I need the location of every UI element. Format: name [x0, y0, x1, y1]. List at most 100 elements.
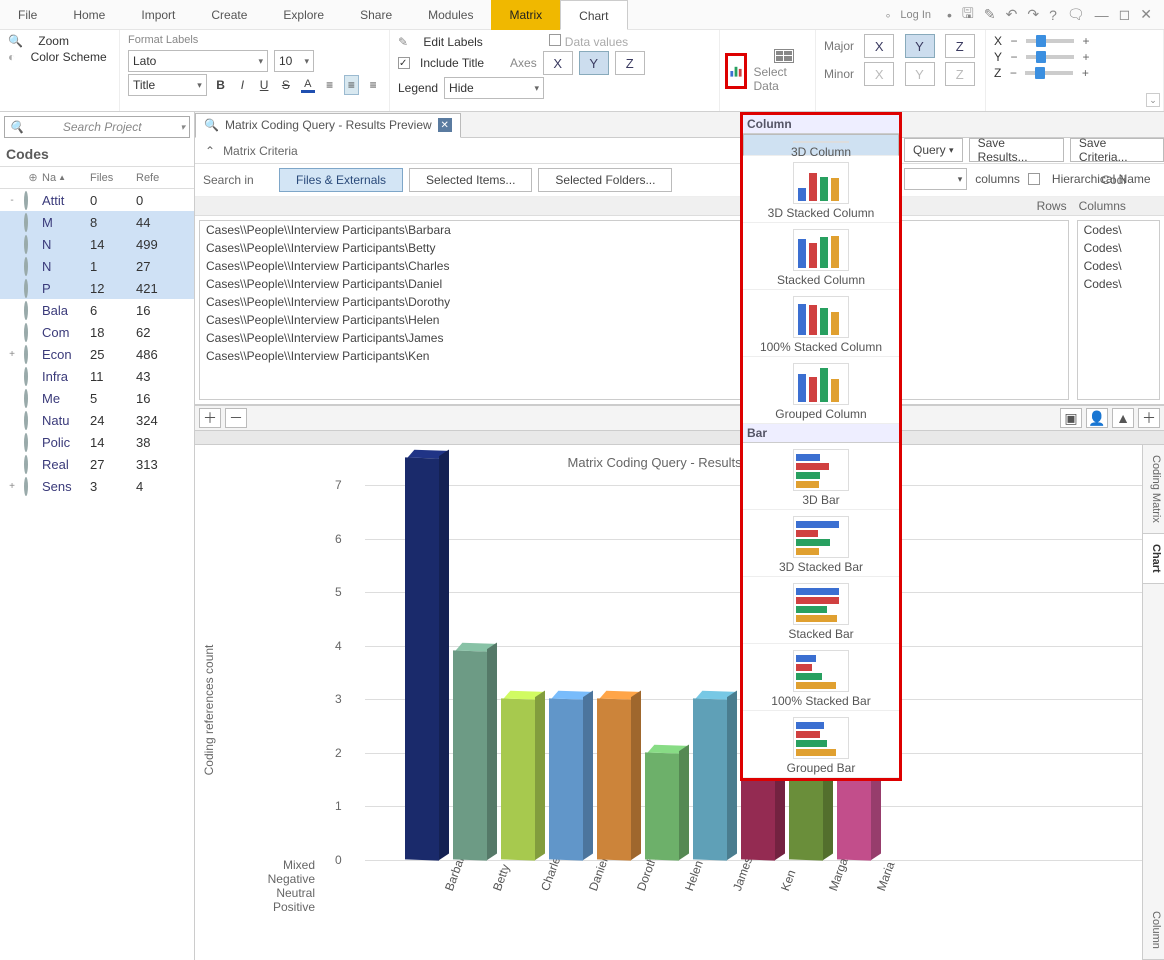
- side-tab-matrix[interactable]: Coding Matrix: [1143, 445, 1164, 534]
- menu-create[interactable]: Create: [193, 0, 265, 30]
- menu-matrix[interactable]: Matrix: [491, 0, 560, 30]
- code-row[interactable]: Real 27 313: [0, 453, 194, 475]
- edit-labels-button[interactable]: Edit Labels: [423, 35, 482, 49]
- columns-select[interactable]: columns▾: [904, 168, 967, 190]
- font-color-button[interactable]: A: [300, 75, 316, 95]
- redo-icon[interactable]: ↷: [1027, 6, 1039, 23]
- col-item[interactable]: Codes\: [1078, 275, 1159, 293]
- side-tab-column[interactable]: Column: [1143, 901, 1164, 960]
- code-row[interactable]: P 12 421: [0, 277, 194, 299]
- select-data-button[interactable]: Select Data: [754, 49, 814, 93]
- rotate-z-plus[interactable]: +: [1079, 67, 1091, 79]
- rotate-x-minus[interactable]: −: [1008, 35, 1020, 47]
- rotate-z-minus[interactable]: −: [1007, 67, 1019, 79]
- code-row[interactable]: Bala 6 16: [0, 299, 194, 321]
- ribbon-overflow-icon[interactable]: ⌄: [1146, 93, 1160, 107]
- font-size-select[interactable]: 10▾: [274, 50, 314, 72]
- chart-type-option[interactable]: 3D Bar: [743, 443, 899, 510]
- minimize-button[interactable]: —: [1095, 7, 1109, 23]
- cols-list[interactable]: Codes\Codes\Codes\Codes\: [1077, 220, 1160, 400]
- search-in-files[interactable]: Files & Externals: [279, 168, 403, 192]
- align-left-button[interactable]: ≡: [322, 75, 338, 95]
- chart-type-option[interactable]: 3D Column: [743, 134, 899, 156]
- save-icon[interactable]: 🖫: [962, 3, 974, 27]
- align-center-button[interactable]: ≡: [344, 75, 360, 95]
- major-z[interactable]: Z: [945, 34, 975, 58]
- code-row[interactable]: Com 18 62: [0, 321, 194, 343]
- row-item[interactable]: Cases\\People\\Interview Participants\Ja…: [200, 329, 1068, 347]
- chart-type-option[interactable]: Grouped Bar: [743, 711, 899, 778]
- menu-import[interactable]: Import: [123, 0, 193, 30]
- code-row[interactable]: N 14 499: [0, 233, 194, 255]
- rotate-x-slider[interactable]: [1026, 39, 1074, 43]
- search-project-input[interactable]: 🔍Search Project▾: [4, 116, 190, 138]
- undo-icon[interactable]: ↶: [1006, 6, 1018, 23]
- row-item[interactable]: Cases\\People\\Interview Participants\Da…: [200, 275, 1068, 293]
- remove-row-button[interactable]: －: [225, 408, 247, 428]
- rotate-z-slider[interactable]: [1025, 71, 1073, 75]
- label-level-select[interactable]: Title▾: [128, 74, 207, 96]
- toolbar-btn-c[interactable]: ▲: [1112, 408, 1134, 428]
- add-col-button[interactable]: ＋: [1138, 408, 1160, 428]
- code-row[interactable]: + Sens 3 4: [0, 475, 194, 497]
- save-results-button[interactable]: Save Results...: [969, 138, 1064, 162]
- code-row[interactable]: M 8 44: [0, 211, 194, 233]
- side-tab-chart[interactable]: Chart: [1143, 534, 1164, 584]
- toolbar-btn-a[interactable]: ▣: [1060, 408, 1082, 428]
- row-item[interactable]: Cases\\People\\Interview Participants\Ke…: [200, 347, 1068, 365]
- bold-button[interactable]: B: [213, 75, 229, 95]
- row-item[interactable]: Cases\\People\\Interview Participants\Ba…: [200, 221, 1068, 239]
- code-row[interactable]: Natu 24 324: [0, 409, 194, 431]
- minor-z[interactable]: Z: [945, 62, 975, 86]
- color-scheme-button[interactable]: ◐ Color Scheme: [8, 50, 111, 64]
- add-row-button[interactable]: ＋: [199, 408, 221, 428]
- comment-icon[interactable]: 🗨: [1067, 6, 1085, 23]
- menu-explore[interactable]: Explore: [265, 0, 342, 30]
- menu-file[interactable]: File: [0, 0, 55, 30]
- axis-z-toggle[interactable]: Z: [615, 51, 645, 75]
- rotate-x-plus[interactable]: +: [1080, 35, 1092, 47]
- add-icon[interactable]: ⊕: [24, 171, 42, 184]
- h-scrollbar[interactable]: [195, 431, 1164, 445]
- menu-share[interactable]: Share: [342, 0, 410, 30]
- save-criteria-button[interactable]: Save Criteria...: [1070, 138, 1164, 162]
- include-title-checkbox[interactable]: [398, 57, 410, 69]
- chart-type-option[interactable]: Grouped Column: [743, 357, 899, 424]
- toolbar-btn-b[interactable]: 👤: [1086, 408, 1108, 428]
- row-item[interactable]: Cases\\People\\Interview Participants\Ch…: [200, 257, 1068, 275]
- font-select[interactable]: Lato▾: [128, 50, 268, 72]
- major-x[interactable]: X: [864, 34, 894, 58]
- code-row[interactable]: Me 5 16: [0, 387, 194, 409]
- search-in-selected-items[interactable]: Selected Items...: [409, 168, 532, 192]
- chart-type-option[interactable]: 3D Stacked Column: [743, 156, 899, 223]
- rotate-y-slider[interactable]: [1026, 55, 1074, 59]
- strike-button[interactable]: S: [278, 75, 294, 95]
- chart-type-option[interactable]: 100% Stacked Bar: [743, 644, 899, 711]
- help-icon[interactable]: ?: [1049, 7, 1057, 23]
- close-button[interactable]: ✕: [1140, 6, 1152, 23]
- code-row[interactable]: Infra 11 43: [0, 365, 194, 387]
- menu-chart[interactable]: Chart: [560, 0, 627, 30]
- close-tab-icon[interactable]: ✕: [438, 118, 452, 132]
- hierarchical-checkbox[interactable]: [1028, 173, 1040, 185]
- code-row[interactable]: N 1 27: [0, 255, 194, 277]
- italic-button[interactable]: I: [235, 75, 251, 95]
- edit-icon[interactable]: ✎: [984, 6, 996, 23]
- menu-home[interactable]: Home: [55, 0, 123, 30]
- col-item[interactable]: Codes\: [1078, 221, 1159, 239]
- legend-select[interactable]: Hide▾: [444, 77, 544, 99]
- code-row[interactable]: - Attit 0 0: [0, 189, 194, 211]
- underline-button[interactable]: U: [256, 75, 272, 95]
- rotate-y-minus[interactable]: −: [1008, 51, 1020, 63]
- code-row[interactable]: + Econ 25 486: [0, 343, 194, 365]
- menu-modules[interactable]: Modules: [410, 0, 491, 30]
- data-values-checkbox[interactable]: [549, 34, 561, 46]
- minor-x[interactable]: X: [864, 62, 894, 86]
- code-row[interactable]: Polic 14 38: [0, 431, 194, 453]
- align-right-button[interactable]: ≡: [365, 75, 381, 95]
- run-query-button[interactable]: Query ▾: [904, 138, 963, 162]
- maximize-button[interactable]: ◻: [1119, 6, 1131, 23]
- row-item[interactable]: Cases\\People\\Interview Participants\Be…: [200, 239, 1068, 257]
- rotate-y-plus[interactable]: +: [1080, 51, 1092, 63]
- login-link[interactable]: Log In: [900, 9, 931, 21]
